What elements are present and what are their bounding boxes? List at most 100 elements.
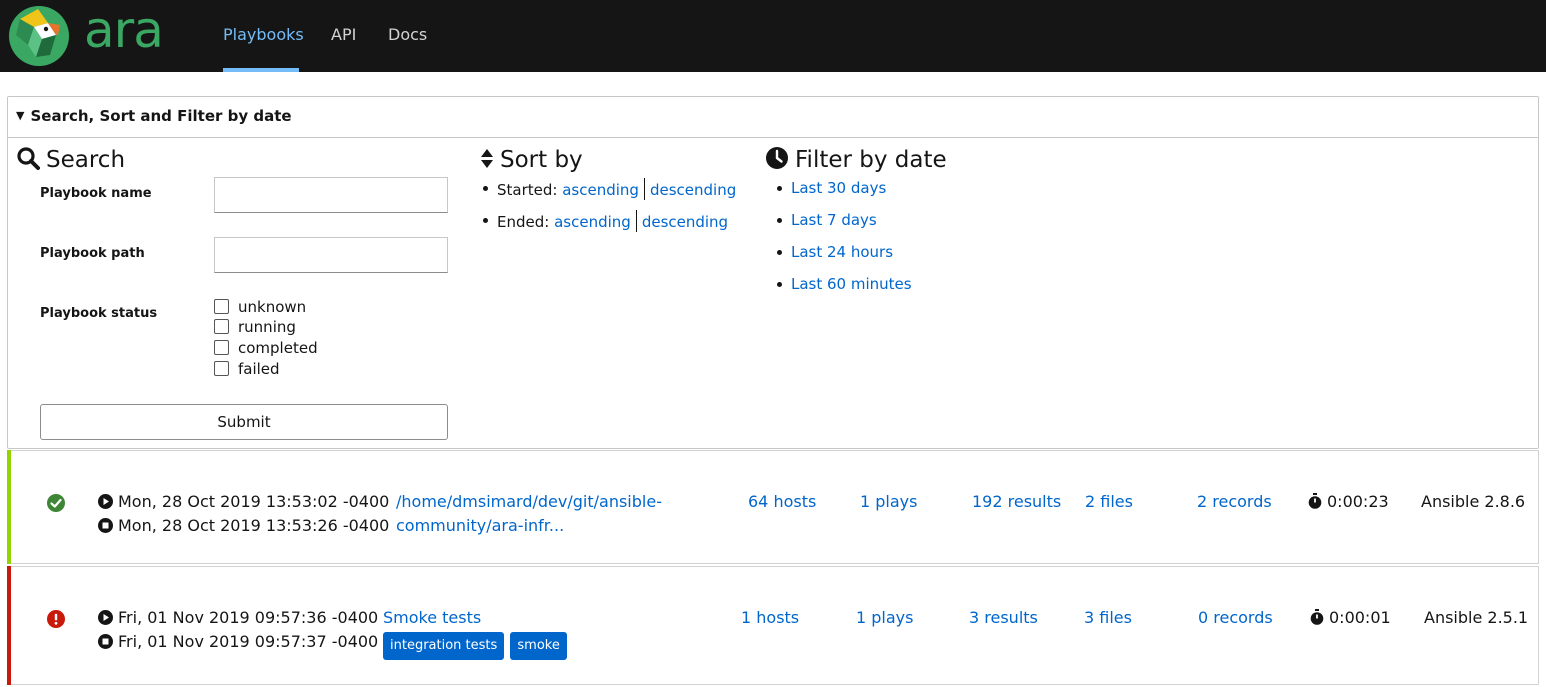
playbook-row[interactable]: Mon, 28 Oct 2019 13:53:02 -0400 Mon, 28 … — [7, 450, 1539, 564]
ended-line: Mon, 28 Oct 2019 13:53:26 -0400 — [98, 514, 389, 538]
playbook-name-label: Playbook name — [40, 186, 152, 201]
sort-icon — [481, 149, 493, 168]
filter-heading: Filter by date — [765, 146, 947, 174]
plays-link[interactable]: 1 plays — [860, 490, 917, 514]
sort-ended-descending-link[interactable]: descending — [642, 213, 728, 231]
playbook-path-input[interactable] — [214, 237, 448, 273]
exclamation-circle-icon — [47, 610, 65, 628]
separator — [643, 178, 645, 200]
playbook-path-label: Playbook path — [40, 246, 145, 261]
playbook-name-link[interactable]: Smoke tests — [383, 606, 481, 630]
sort-heading: Sort by — [480, 146, 583, 174]
hosts-link[interactable]: 64 hosts — [748, 490, 816, 514]
status-checkbox-failed[interactable]: failed — [214, 360, 280, 378]
tag-integration-tests[interactable]: integration tests — [383, 632, 505, 660]
results-link[interactable]: 192 results — [972, 490, 1061, 514]
checkbox[interactable] — [214, 340, 229, 355]
checkbox[interactable] — [214, 299, 229, 314]
active-nav-indicator — [223, 68, 299, 72]
stop-icon — [98, 518, 113, 533]
sort-title: Sort by — [500, 147, 583, 173]
checkbox[interactable] — [214, 361, 229, 376]
records-link[interactable]: 0 records — [1198, 606, 1273, 630]
playbook-name-link[interactable]: /home/dmsimard/dev/git/ansible- communit… — [396, 490, 662, 538]
filter-option: Last 60 minutes — [775, 274, 912, 306]
sort-ended: Ended: ascending descending — [481, 210, 736, 242]
status-option-label: completed — [238, 339, 318, 357]
checkbox[interactable] — [214, 319, 229, 334]
clock-icon — [766, 147, 788, 169]
files-link[interactable]: 2 files — [1085, 490, 1133, 514]
playbook-path-line1: /home/dmsimard/dev/git/ansible- — [396, 492, 662, 511]
status-bar — [7, 450, 11, 564]
started-timestamp: Mon, 28 Oct 2019 13:53:02 -0400 — [118, 492, 390, 511]
status-bar — [7, 566, 11, 685]
top-navbar: ara Playbooks API Docs — [0, 0, 1546, 72]
search-title: Search — [46, 147, 126, 173]
playbook-tags: integration tests smoke — [383, 632, 568, 660]
ended-line: Fri, 01 Nov 2019 09:57:37 -0400 — [98, 630, 378, 654]
submit-button[interactable]: Submit — [40, 404, 448, 440]
duration: 0:00:01 — [1310, 606, 1391, 630]
results-link[interactable]: 3 results — [969, 606, 1038, 630]
filter-last-30-days-link[interactable]: Last 30 days — [791, 179, 886, 197]
filter-last-7-days-link[interactable]: Last 7 days — [791, 211, 877, 229]
tag-smoke[interactable]: smoke — [510, 632, 567, 660]
plays-link[interactable]: 1 plays — [856, 606, 913, 630]
ended-timestamp: Fri, 01 Nov 2019 09:57:37 -0400 — [118, 632, 379, 651]
filter-option: Last 30 days — [775, 178, 912, 210]
stop-icon — [98, 634, 113, 649]
ansible-version: Ansible 2.5.1 — [1424, 608, 1529, 627]
sort-options: Started: ascending descending Ended: asce… — [481, 178, 736, 242]
parrot-logo-icon — [9, 6, 69, 66]
duration-value: 0:00:01 — [1329, 608, 1391, 627]
playbook-path-line2: community/ara-infr... — [396, 516, 565, 535]
logo-text: ara — [84, 1, 164, 59]
panel-summary-label: Search, Sort and Filter by date — [30, 107, 292, 125]
ara-logo[interactable]: ara — [8, 1, 168, 66]
separator — [635, 210, 637, 232]
stopwatch-icon — [1310, 609, 1324, 625]
status-checkbox-running[interactable]: running — [214, 318, 296, 336]
started-timestamp: Fri, 01 Nov 2019 09:57:36 -0400 — [118, 608, 379, 627]
filter-option: Last 7 days — [775, 210, 912, 242]
search-sort-filter-panel: ▼ Search, Sort and Filter by date Search … — [7, 96, 1539, 449]
sort-started-descending-link[interactable]: descending — [650, 181, 736, 199]
sort-started-ascending-link[interactable]: ascending — [562, 181, 639, 199]
search-heading: Search — [16, 146, 125, 174]
filter-option: Last 24 hours — [775, 242, 912, 274]
ansible-version: Ansible 2.8.6 — [1421, 492, 1526, 511]
sort-started-label: Started: — [497, 181, 558, 199]
playbook-row[interactable]: Fri, 01 Nov 2019 09:57:36 -0400 Fri, 01 … — [7, 566, 1539, 685]
status-checkbox-completed[interactable]: completed — [214, 339, 318, 357]
stopwatch-icon — [1308, 493, 1322, 509]
duration-value: 0:00:23 — [1327, 492, 1389, 511]
play-icon — [98, 610, 113, 625]
files-link[interactable]: 3 files — [1084, 606, 1132, 630]
search-icon — [17, 147, 40, 170]
filter-title: Filter by date — [795, 147, 947, 173]
panel-summary-toggle[interactable]: ▼ Search, Sort and Filter by date — [8, 97, 1538, 138]
sort-ended-label: Ended: — [497, 213, 550, 231]
started-line: Mon, 28 Oct 2019 13:53:02 -0400 — [98, 490, 389, 514]
started-line: Fri, 01 Nov 2019 09:57:36 -0400 — [98, 606, 378, 630]
records-link[interactable]: 2 records — [1197, 490, 1272, 514]
status-option-label: failed — [238, 360, 280, 378]
sort-started: Started: ascending descending — [481, 178, 736, 210]
status-checkbox-unknown[interactable]: unknown — [214, 298, 306, 316]
status-option-label: unknown — [238, 298, 307, 316]
playbook-dates: Mon, 28 Oct 2019 13:53:02 -0400 Mon, 28 … — [98, 490, 389, 538]
check-circle-icon — [47, 494, 65, 512]
hosts-link[interactable]: 1 hosts — [741, 606, 799, 630]
status-option-label: running — [238, 318, 296, 336]
nav-api[interactable]: API — [331, 25, 356, 45]
sort-ended-ascending-link[interactable]: ascending — [554, 213, 631, 231]
filter-last-24-hours-link[interactable]: Last 24 hours — [791, 243, 893, 261]
date-filter-options: Last 30 days Last 7 days Last 24 hours L… — [775, 178, 912, 306]
nav-docs[interactable]: Docs — [388, 25, 427, 45]
nav-playbooks[interactable]: Playbooks — [223, 25, 304, 45]
playbook-name-input[interactable] — [214, 177, 448, 213]
playbook-status-label: Playbook status — [40, 306, 158, 321]
filter-last-60-minutes-link[interactable]: Last 60 minutes — [791, 275, 912, 293]
playbook-dates: Fri, 01 Nov 2019 09:57:36 -0400 Fri, 01 … — [98, 606, 378, 654]
